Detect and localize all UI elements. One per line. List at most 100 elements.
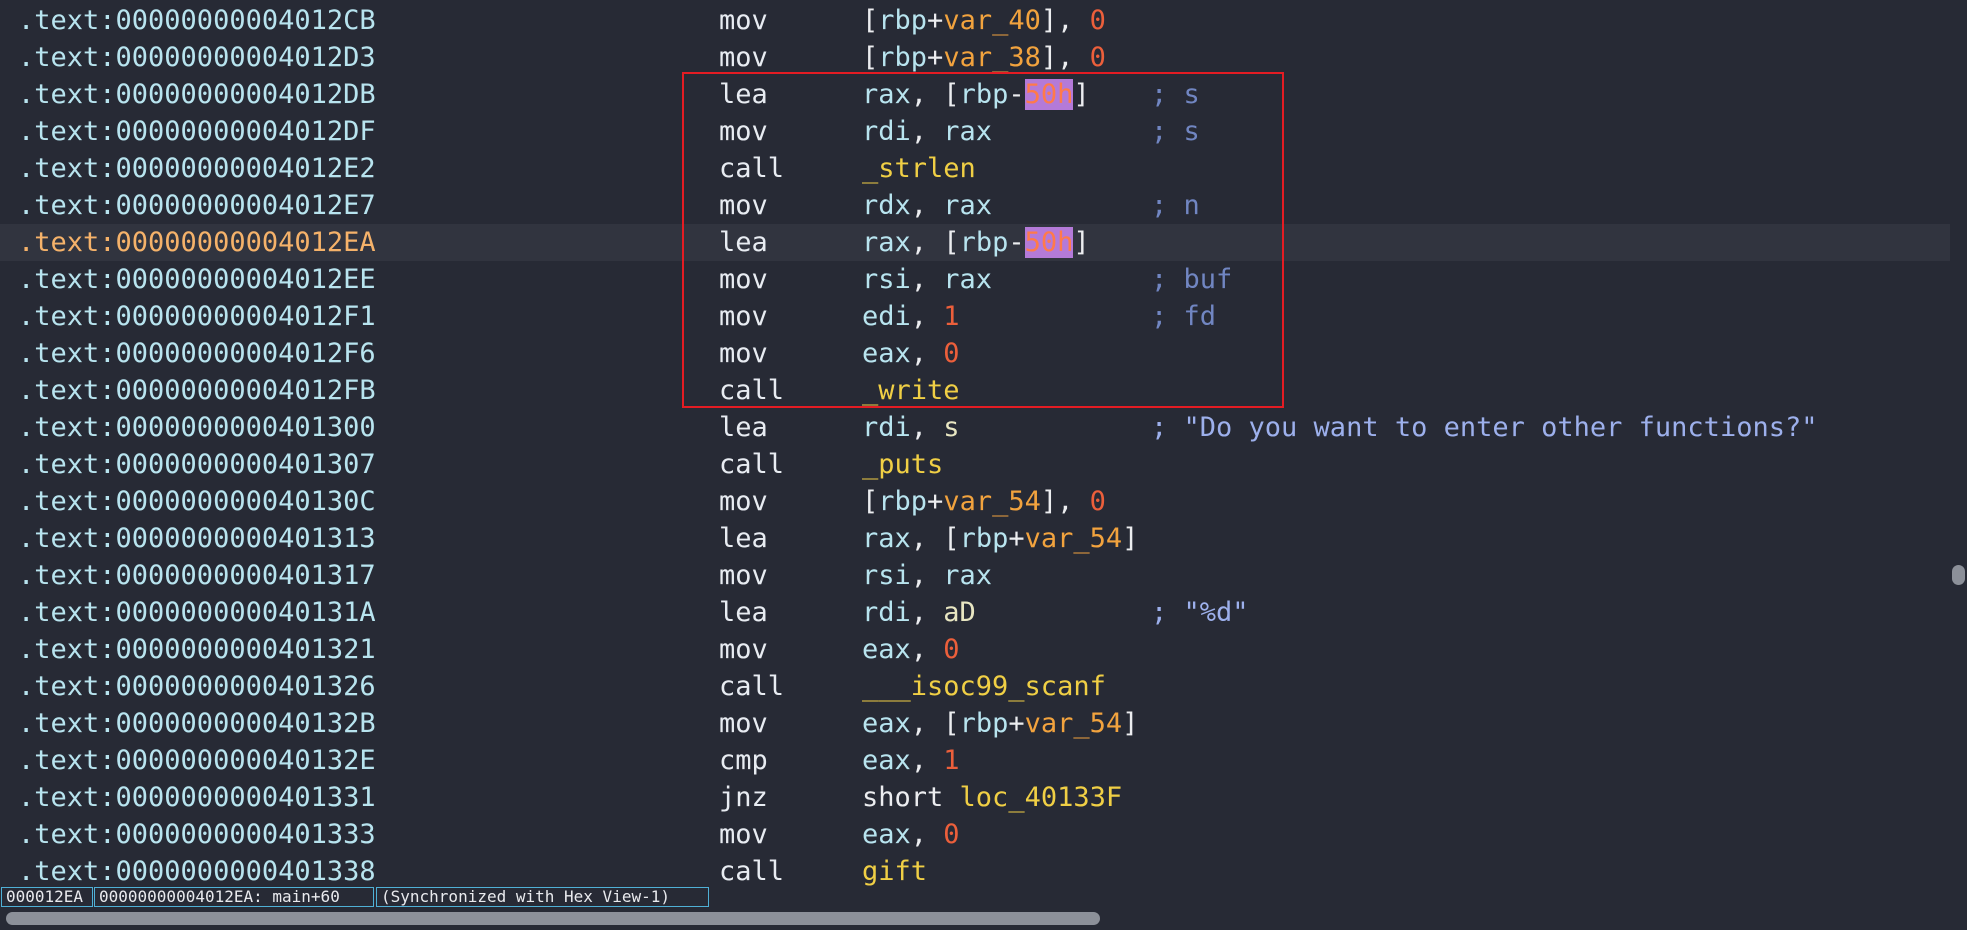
operand-token[interactable]: edi bbox=[862, 301, 911, 332]
operand-token[interactable]: var_54 bbox=[943, 486, 1041, 517]
instruction-mnemonic[interactable]: call bbox=[719, 150, 784, 187]
operand-token[interactable]: rbp bbox=[878, 5, 927, 36]
instruction-operands[interactable]: ___isoc99_scanf bbox=[862, 668, 1106, 705]
listing-line[interactable]: .text:0000000000401300 lea rdi, s ; "Do you… bbox=[0, 409, 1950, 446]
instruction-mnemonic[interactable]: jnz bbox=[719, 779, 768, 816]
operand-token[interactable]: 50h bbox=[1024, 227, 1074, 258]
operand-token[interactable]: _write bbox=[862, 375, 960, 406]
instruction-operands[interactable]: eax, [rbp+var_54] bbox=[862, 705, 1138, 742]
instruction-mnemonic[interactable]: lea bbox=[719, 224, 768, 261]
operand-token[interactable]: aD bbox=[943, 597, 976, 628]
operand-token[interactable]: rbp bbox=[878, 42, 927, 73]
listing-line[interactable]: .text:0000000000401321 mov eax, 0 bbox=[0, 631, 1950, 668]
operand-token[interactable]: var_54 bbox=[1025, 708, 1123, 739]
instruction-operands[interactable]: eax, 0 bbox=[862, 335, 960, 372]
operand-token[interactable]: rbp bbox=[960, 708, 1009, 739]
operand-token[interactable]: 0 bbox=[943, 338, 959, 369]
instruction-mnemonic[interactable]: mov bbox=[719, 261, 768, 298]
instruction-address[interactable]: .text:000000000040131A bbox=[18, 594, 376, 631]
instruction-operands[interactable]: eax, 0 bbox=[862, 631, 960, 668]
instruction-mnemonic[interactable]: cmp bbox=[719, 742, 768, 779]
horizontal-scrollbar[interactable] bbox=[0, 908, 1967, 930]
operand-token[interactable]: rax bbox=[862, 227, 911, 258]
listing-line[interactable]: .text:000000000040132E cmp eax, 1 bbox=[0, 742, 1950, 779]
instruction-address[interactable]: .text:00000000004012DB bbox=[18, 76, 376, 113]
operand-token[interactable]: s bbox=[943, 412, 959, 443]
instruction-address[interactable]: .text:0000000000401307 bbox=[18, 446, 376, 483]
instruction-operands[interactable]: rax, [rbp-50h] bbox=[862, 224, 1090, 261]
listing-line[interactable]: .text:000000000040130C mov [rbp+var_54], 0 bbox=[0, 483, 1950, 520]
instruction-operands[interactable]: rsi, rax bbox=[862, 557, 992, 594]
instruction-address[interactable]: .text:0000000000401333 bbox=[18, 816, 376, 853]
operand-token[interactable]: rdx bbox=[862, 190, 911, 221]
instruction-mnemonic[interactable]: call bbox=[719, 853, 784, 886]
instruction-mnemonic[interactable]: mov bbox=[719, 39, 768, 76]
instruction-operands[interactable]: rax, [rbp-50h] bbox=[862, 76, 1090, 113]
operand-token[interactable]: var_38 bbox=[943, 42, 1041, 73]
instruction-operands[interactable]: eax, 0 bbox=[862, 816, 960, 853]
operand-token[interactable]: eax bbox=[862, 708, 911, 739]
listing-line[interactable]: .text:0000000000401317 mov rsi, rax bbox=[0, 557, 1950, 594]
operand-token[interactable]: eax bbox=[862, 634, 911, 665]
instruction-mnemonic[interactable]: lea bbox=[719, 594, 768, 631]
listing-line[interactable]: .text:0000000000401313 lea rax, [rbp+var_5… bbox=[0, 520, 1950, 557]
operand-token[interactable]: rbp bbox=[878, 486, 927, 517]
instruction-mnemonic[interactable]: mov bbox=[719, 816, 768, 853]
listing-line[interactable]: .text:00000000004012F6 mov eax, 0 bbox=[0, 335, 1950, 372]
operand-token[interactable]: rbp bbox=[960, 227, 1009, 258]
instruction-mnemonic[interactable]: mov bbox=[719, 2, 768, 39]
listing-line[interactable]: .text:00000000004012F1 mov edi, 1 ; fd bbox=[0, 298, 1950, 335]
instruction-operands[interactable]: [rbp+var_38], 0 bbox=[862, 39, 1106, 76]
instruction-operands[interactable]: _write bbox=[862, 372, 960, 409]
operand-token[interactable]: rax bbox=[862, 79, 911, 110]
instruction-address[interactable]: .text:0000000000401317 bbox=[18, 557, 376, 594]
listing-line[interactable]: .text:00000000004012D3 mov [rbp+var_38], 0 bbox=[0, 39, 1950, 76]
operand-token[interactable]: rsi bbox=[862, 560, 911, 591]
listing-line[interactable]: .text:00000000004012E7 mov rdx, rax ; n bbox=[0, 187, 1950, 224]
operand-token[interactable]: rax bbox=[943, 264, 992, 295]
listing-line[interactable]: .text:0000000000401326 call ___isoc99_scan… bbox=[0, 668, 1950, 705]
instruction-operands[interactable]: rsi, rax bbox=[862, 261, 992, 298]
listing-line[interactable]: .text:00000000004012E2 call _strlen bbox=[0, 150, 1950, 187]
operand-token[interactable]: rbp bbox=[960, 523, 1009, 554]
instruction-operands[interactable]: edi, 1 bbox=[862, 298, 960, 335]
vertical-scrollbar-thumb[interactable] bbox=[1952, 565, 1965, 585]
instruction-operands[interactable]: rdx, rax bbox=[862, 187, 992, 224]
listing-line[interactable]: .text:0000000000401338 call gift bbox=[0, 853, 1950, 886]
operand-token[interactable]: rax bbox=[943, 116, 992, 147]
listing-line[interactable]: .text:0000000000401333 mov eax, 0 bbox=[0, 816, 1950, 853]
disassembly-listing[interactable]: .text:00000000004012CB mov [rbp+var_40], 0… bbox=[0, 0, 1950, 886]
listing-line[interactable]: .text:0000000000401307 call _puts bbox=[0, 446, 1950, 483]
instruction-address[interactable]: .text:00000000004012F6 bbox=[18, 335, 376, 372]
instruction-address[interactable]: .text:00000000004012DF bbox=[18, 113, 376, 150]
operand-token[interactable]: 0 bbox=[1090, 5, 1106, 36]
operand-token[interactable]: 0 bbox=[943, 634, 959, 665]
instruction-operands[interactable]: rdi, rax bbox=[862, 113, 992, 150]
operand-token[interactable]: rdi bbox=[862, 597, 911, 628]
listing-line[interactable]: .text:00000000004012FB call _write bbox=[0, 372, 1950, 409]
instruction-address[interactable]: .text:00000000004012F1 bbox=[18, 298, 376, 335]
operand-token[interactable]: rbp bbox=[960, 79, 1009, 110]
listing-line-current[interactable]: .text:00000000004012EA lea rax, [rbp-50h] bbox=[0, 224, 1950, 261]
operand-token[interactable]: eax bbox=[862, 338, 911, 369]
instruction-address[interactable]: .text:00000000004012FB bbox=[18, 372, 376, 409]
instruction-address[interactable]: .text:00000000004012EE bbox=[18, 261, 376, 298]
instruction-operands[interactable]: rax, [rbp+var_54] bbox=[862, 520, 1138, 557]
horizontal-scrollbar-thumb[interactable] bbox=[6, 912, 1100, 925]
instruction-operands[interactable]: _puts bbox=[862, 446, 943, 483]
instruction-address[interactable]: .text:000000000040130C bbox=[18, 483, 376, 520]
instruction-mnemonic[interactable]: mov bbox=[719, 113, 768, 150]
instruction-address[interactable]: .text:00000000004012EA bbox=[18, 224, 376, 261]
instruction-operands[interactable]: rdi, aD bbox=[862, 594, 976, 631]
instruction-mnemonic[interactable]: call bbox=[719, 668, 784, 705]
instruction-mnemonic[interactable]: mov bbox=[719, 335, 768, 372]
instruction-address[interactable]: .text:0000000000401313 bbox=[18, 520, 376, 557]
instruction-operands[interactable]: _strlen bbox=[862, 150, 976, 187]
instruction-mnemonic[interactable]: mov bbox=[719, 631, 768, 668]
operand-token[interactable]: gift bbox=[862, 856, 927, 886]
operand-token[interactable]: loc_40133F bbox=[960, 782, 1123, 813]
instruction-mnemonic[interactable]: lea bbox=[719, 520, 768, 557]
operand-token[interactable]: 1 bbox=[943, 301, 959, 332]
listing-line[interactable]: .text:00000000004012CB mov [rbp+var_40], 0 bbox=[0, 2, 1950, 39]
instruction-operands[interactable]: eax, 1 bbox=[862, 742, 960, 779]
